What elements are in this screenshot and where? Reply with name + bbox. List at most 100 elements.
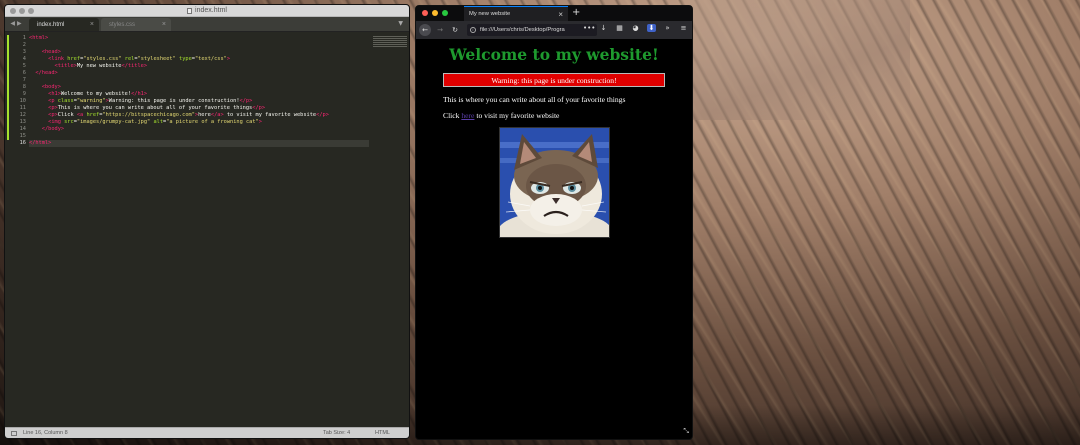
line-number: 2: [5, 42, 29, 49]
new-tab-icon[interactable]: +: [572, 7, 580, 18]
code-line[interactable]: <img src="images/grumpy-cat.jpg" alt="a …: [29, 119, 369, 126]
line-number: 14: [5, 126, 29, 133]
arrow-right-icon: →: [437, 26, 443, 34]
zoom-window-icon[interactable]: [442, 10, 448, 16]
library-icon[interactable]: ▦: [615, 24, 624, 32]
line-number: 16: [19, 140, 26, 146]
back-button[interactable]: ←: [419, 24, 431, 36]
tab-styles-css[interactable]: styles.css ×: [101, 18, 171, 31]
url-text[interactable]: file:///Users/chris/Desktop/Progra: [480, 27, 565, 33]
line-number: 3: [5, 49, 29, 56]
code-area[interactable]: <html> <head> <link href="styles.css" re…: [29, 33, 369, 427]
code-token: <body>: [41, 84, 61, 90]
page-actions-icon[interactable]: •••: [583, 24, 595, 32]
minimize-window-icon[interactable]: [432, 10, 438, 16]
code-line[interactable]: <body>: [29, 84, 369, 91]
tab-overflow-icon[interactable]: ▼: [398, 20, 403, 27]
line-number: 7: [5, 77, 29, 84]
code-token: </body>: [41, 126, 65, 132]
browser-window[interactable]: My new website × + ← → ↻ i file:///Users…: [415, 5, 693, 440]
editor-window-controls: [10, 8, 34, 14]
minimap[interactable]: [369, 33, 409, 427]
close-tab-icon[interactable]: ×: [558, 10, 563, 19]
code-line[interactable]: <link href="styles.css" rel="stylesheet"…: [29, 56, 369, 63]
code-line[interactable]: [29, 133, 369, 140]
code-line[interactable]: </body>: [29, 126, 369, 133]
paragraph-link-prefix: Click: [443, 111, 462, 120]
zoom-window-icon[interactable]: [28, 8, 34, 14]
panel-toggle-icon[interactable]: [11, 430, 17, 436]
editor-window[interactable]: index.html ◀ ▶ index.html × styles.css ×…: [4, 4, 410, 439]
tab-size-setting[interactable]: Tab Size: 4: [323, 430, 375, 436]
line-number: 8: [5, 84, 29, 91]
code-line[interactable]: <h1>Welcome to my website!</h1>: [29, 91, 369, 98]
address-bar[interactable]: i file:///Users/chris/Desktop/Progra: [467, 24, 597, 36]
editor-titlebar[interactable]: index.html: [5, 5, 409, 17]
code-token: "warning": [76, 98, 106, 104]
page-viewport[interactable]: Welcome to my website! Warning: this pag…: [416, 39, 692, 439]
info-icon[interactable]: i: [470, 27, 476, 33]
editor-title-text: index.html: [195, 7, 227, 14]
line-number: 6: [5, 70, 29, 77]
code-line[interactable]: [29, 42, 369, 49]
grumpy-cat-image: [499, 127, 610, 238]
extension-icon[interactable]: ◕: [631, 24, 640, 32]
chevron-left-icon[interactable]: ◀: [10, 20, 15, 27]
code-line[interactable]: </head>: [29, 70, 369, 77]
code-token: </title>: [121, 63, 148, 69]
code-line[interactable]: <p>This is where you can write about all…: [29, 105, 369, 112]
code-line[interactable]: <p class="warning">Warning: this page is…: [29, 98, 369, 105]
resize-handle-icon[interactable]: ⤡: [683, 427, 689, 436]
tab-nav-arrows[interactable]: ◀ ▶: [5, 16, 27, 31]
code-line[interactable]: [29, 77, 369, 84]
privacy-extension-icon[interactable]: ⬇: [647, 24, 656, 32]
browser-tab-active[interactable]: My new website ×: [464, 6, 568, 21]
line-number: 9: [5, 91, 29, 98]
download-icon[interactable]: ↓: [599, 24, 608, 32]
line-number: 5: [5, 63, 29, 70]
code-line[interactable]: <html>: [29, 35, 369, 42]
code-token: <title>: [54, 63, 77, 69]
code-token: Click: [57, 112, 77, 118]
reload-button[interactable]: ↻: [449, 24, 461, 36]
line-number: 12: [5, 112, 29, 119]
chevron-right-icon[interactable]: ▶: [17, 20, 22, 27]
code-token: to visit my favorite website: [223, 112, 317, 118]
line-number: 1: [5, 35, 29, 42]
code-token: here: [198, 112, 211, 118]
code-line[interactable]: </html>: [29, 140, 369, 147]
menu-icon[interactable]: ≡: [679, 24, 688, 32]
close-window-icon[interactable]: [422, 10, 428, 16]
code-token: type: [179, 56, 192, 62]
forward-button[interactable]: →: [434, 24, 446, 36]
editor-window-title: index.html: [187, 7, 227, 14]
code-token: <p>: [48, 112, 58, 118]
minimap-preview[interactable]: [373, 36, 407, 48]
code-token: </html>: [29, 140, 52, 146]
paragraph-favorites: This is where you can write about all of…: [443, 95, 626, 104]
close-tab-icon[interactable]: ×: [162, 21, 166, 28]
code-token: "text/css": [194, 56, 227, 62]
tab-index-html[interactable]: index.html ×: [29, 18, 99, 31]
close-window-icon[interactable]: [10, 8, 16, 14]
code-line[interactable]: <p>Click <a href="https://bitspacechicag…: [29, 112, 369, 119]
code-token: alt: [153, 119, 164, 125]
code-token: This is where you can write about all of…: [57, 105, 253, 111]
editor-body[interactable]: 1 2 3 4 5 6 7 8 9 10 11 12 13 14 15 16 <html> <head> <l…: [5, 33, 409, 427]
close-tab-icon[interactable]: ×: [90, 21, 94, 28]
code-token: href: [67, 56, 81, 62]
overflow-icon[interactable]: »: [663, 24, 672, 32]
code-line[interactable]: <title>My new website</title>: [29, 63, 369, 70]
code-token: class: [57, 98, 74, 104]
code-line[interactable]: <head>: [29, 49, 369, 56]
minimize-window-icon[interactable]: [19, 8, 25, 14]
tab-label: index.html: [37, 21, 65, 28]
syntax-setting[interactable]: HTML: [375, 430, 409, 436]
code-token: </p>: [252, 105, 266, 111]
favorite-website-link[interactable]: here: [461, 111, 474, 120]
reload-icon: ↻: [452, 26, 458, 34]
code-token: href: [86, 112, 100, 118]
